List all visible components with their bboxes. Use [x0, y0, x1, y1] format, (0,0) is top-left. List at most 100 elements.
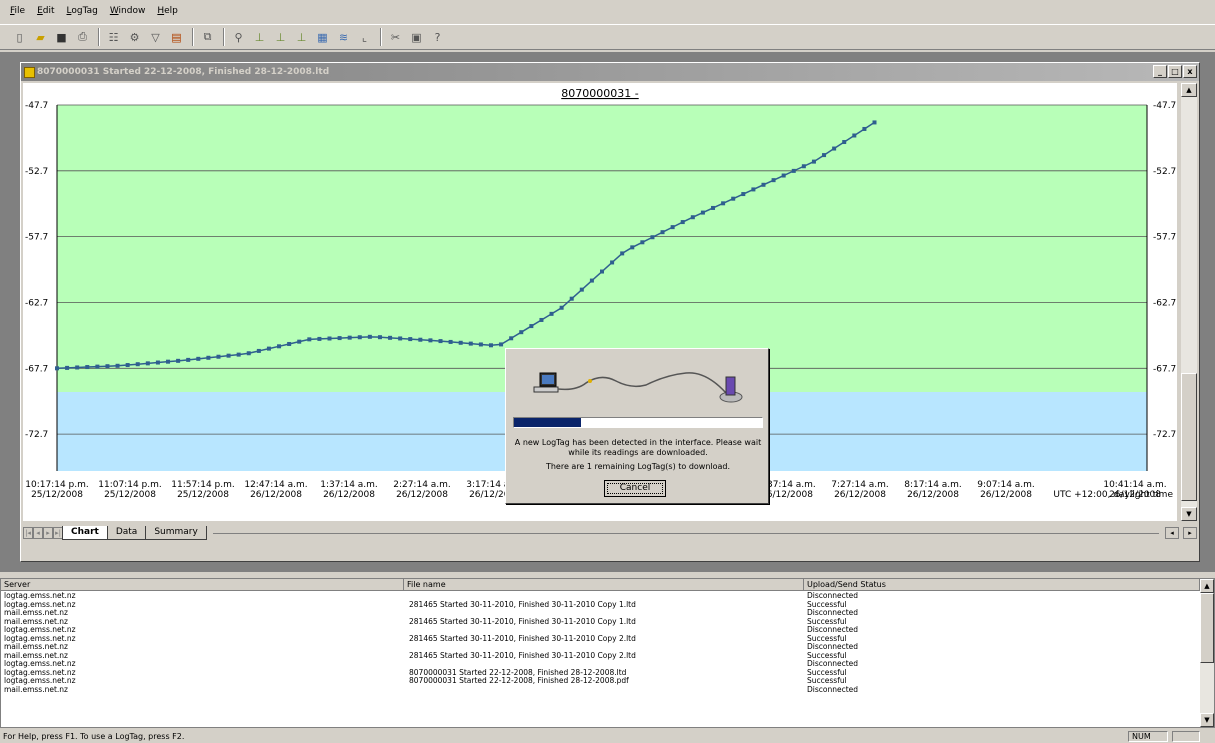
- tools-icon[interactable]: ✂: [386, 28, 405, 47]
- tab-chart[interactable]: Chart: [62, 526, 108, 540]
- chart-vertical-scrollbar[interactable]: ▲ ▼: [1181, 83, 1197, 521]
- chart-window-title-bar[interactable]: 8070000031 Started 22-12-2008, Finished …: [21, 63, 1199, 81]
- computer-icon: [533, 372, 559, 393]
- list-vertical-scrollbar[interactable]: ▲ ▼: [1200, 579, 1214, 727]
- menu-file[interactable]: File: [10, 6, 25, 16]
- menu-logtag[interactable]: LogTag: [67, 6, 98, 16]
- reading-point: [155, 360, 160, 365]
- x-tick-label-time: 1:37:14 a.m.: [320, 480, 378, 490]
- table-row[interactable]: mail.emss.net.nz Disconnected: [1, 685, 1201, 695]
- list-scroll-up-icon[interactable]: ▲: [1200, 579, 1214, 593]
- reading-point: [428, 338, 433, 343]
- upload-status-list: Server File name Upload/Send Status logt…: [0, 578, 1215, 728]
- hscroll-right-icon[interactable]: ▸: [1183, 527, 1197, 539]
- download-progress-bar: [513, 417, 763, 428]
- table-row[interactable]: logtag.emss.net.nz 281465 Started 30-11-2…: [1, 633, 1201, 644]
- menu-help[interactable]: Help: [157, 6, 178, 16]
- reading-point: [115, 363, 120, 368]
- y-tick-label-right: -62.7: [1153, 298, 1176, 308]
- toolbar-separator: [192, 28, 194, 46]
- column-header-server[interactable]: Server: [1, 579, 404, 590]
- status-cell: Disconnected: [807, 625, 859, 634]
- minimize-button[interactable]: _: [1153, 65, 1167, 78]
- timezone-label: UTC +12:00, daylight time: [1053, 490, 1173, 500]
- reading-point: [680, 220, 685, 225]
- reading-point: [488, 343, 493, 348]
- reading-point: [741, 192, 746, 197]
- status-cell: Successful: [807, 650, 847, 660]
- table-row[interactable]: logtag.emss.net.nz 8070000031 Started 22-…: [1, 676, 1201, 686]
- column-header-file-name[interactable]: File name: [404, 579, 804, 590]
- reading-point: [589, 278, 594, 283]
- list-scroll-thumb[interactable]: [1200, 593, 1214, 663]
- reading-point: [398, 336, 403, 341]
- reading-point: [852, 133, 857, 138]
- reading-point: [509, 336, 514, 341]
- status-num-indicator: NUM: [1128, 731, 1168, 742]
- chart-icon-4[interactable]: ▦: [313, 28, 332, 47]
- table-row[interactable]: mail.emss.net.nz 281465 Started 30-11-201…: [1, 650, 1201, 661]
- x-tick-label-time: 11:07:14 p.m.: [98, 480, 161, 490]
- next-tab-icon[interactable]: ▸: [43, 527, 53, 539]
- save-icon[interactable]: ■: [52, 28, 71, 47]
- y-tick-label-left: -67.7: [25, 364, 48, 374]
- chart-icon-3[interactable]: ⊥: [292, 28, 311, 47]
- column-header-status[interactable]: Upload/Send Status: [804, 579, 1200, 590]
- prev-tab-icon[interactable]: ◂: [33, 527, 43, 539]
- reading-point: [95, 364, 100, 369]
- reading-point: [731, 196, 736, 201]
- toolbar-separator: [223, 28, 225, 46]
- chart-icon[interactable]: ⊥: [250, 28, 269, 47]
- file-name-cell: 281465 Started 30-11-2010, Finished 30-1…: [409, 633, 636, 643]
- x-tick-label-date: 26/12/2008: [323, 490, 375, 500]
- options-icon[interactable]: ▣: [407, 28, 426, 47]
- properties-icon[interactable]: ☷: [104, 28, 123, 47]
- status-empty-panel: [1172, 731, 1200, 742]
- menu-window[interactable]: Window: [110, 6, 146, 16]
- download-icon[interactable]: ▤: [167, 28, 186, 47]
- zoom-icon[interactable]: ⚲: [229, 28, 248, 47]
- reading-point: [206, 355, 211, 360]
- menu-edit[interactable]: Edit: [37, 6, 54, 16]
- reading-point: [458, 340, 463, 345]
- list-scroll-down-icon[interactable]: ▼: [1200, 713, 1214, 727]
- scroll-down-icon[interactable]: ▼: [1181, 507, 1197, 521]
- first-tab-icon[interactable]: |◂: [23, 527, 33, 539]
- reading-point: [832, 146, 837, 151]
- reading-point: [246, 351, 251, 356]
- tab-data[interactable]: Data: [106, 526, 147, 540]
- close-button[interactable]: x: [1183, 65, 1197, 78]
- scroll-up-icon[interactable]: ▲: [1181, 83, 1197, 97]
- reading-point: [519, 330, 524, 335]
- x-tick-label-time: 12:47:14 a.m.: [244, 480, 307, 490]
- cancel-button[interactable]: Cancel: [604, 480, 666, 497]
- new-icon[interactable]: ▯: [10, 28, 29, 47]
- y-tick-label-left: -52.7: [25, 167, 48, 177]
- reading-point: [327, 336, 332, 341]
- upload-status-rows: logtag.emss.net.nz Disconnected logtag.ems…: [1, 591, 1201, 695]
- chart-icon-5[interactable]: ≋: [334, 28, 353, 47]
- status-cell: Disconnected: [807, 591, 859, 600]
- reading-point: [408, 337, 413, 342]
- hscroll-left-icon[interactable]: ◂: [1165, 527, 1179, 539]
- cable-icon: [557, 372, 727, 394]
- reading-point: [125, 363, 130, 368]
- table-row[interactable]: mail.emss.net.nz 281465 Started 30-11-201…: [1, 617, 1201, 627]
- maximize-button[interactable]: □: [1168, 65, 1182, 78]
- chart-icon-6[interactable]: ⌞: [355, 28, 374, 47]
- filter-icon[interactable]: ▽: [146, 28, 165, 47]
- reading-point: [559, 305, 564, 310]
- open-icon[interactable]: ▰: [31, 28, 50, 47]
- help-icon[interactable]: ?: [428, 28, 447, 47]
- reading-point: [630, 245, 635, 250]
- reading-point: [367, 334, 372, 339]
- copy-icon[interactable]: ⧉: [198, 28, 217, 47]
- reading-point: [640, 240, 645, 245]
- reading-point: [771, 178, 776, 183]
- chart-icon-2[interactable]: ⊥: [271, 28, 290, 47]
- tab-summary[interactable]: Summary: [145, 526, 207, 540]
- print-icon[interactable]: ⎙: [73, 28, 92, 47]
- scroll-thumb[interactable]: [1181, 373, 1197, 501]
- configure-icon[interactable]: ⚙: [125, 28, 144, 47]
- table-row[interactable]: logtag.emss.net.nz 281465 Started 30-11-2…: [1, 600, 1201, 610]
